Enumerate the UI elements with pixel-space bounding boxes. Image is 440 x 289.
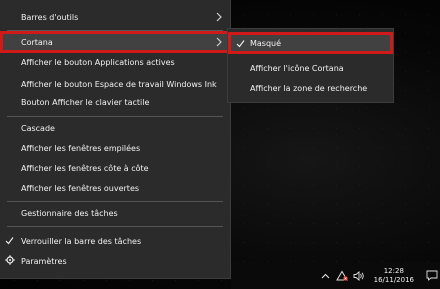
clock-date: 16/11/2016 — [373, 275, 414, 284]
cortana-submenu: Masqué Afficher l'icône Cortana Afficher… — [227, 28, 394, 103]
menu-item-label: Afficher les fenêtres côte à côte — [21, 163, 149, 173]
menu-item-label: Cortana — [21, 37, 53, 47]
chevron-up-icon[interactable] — [319, 269, 332, 282]
gear-icon — [5, 255, 15, 265]
menu-item-task-manager[interactable]: Gestionnaire des tâches — [0, 202, 230, 224]
menu-separator — [7, 226, 223, 227]
menu-item-label: Verrouiller la barre des tâches — [21, 236, 142, 246]
network-icon[interactable] — [336, 269, 349, 282]
menu-item-label: Barres d'outils — [21, 12, 79, 22]
menu-item-label: Cascade — [21, 123, 55, 133]
taskbar-context-menu: Barres d'outils Cortana Afficher le bout… — [0, 0, 231, 279]
menu-item-label: Afficher les fenêtres ouvertes — [21, 183, 140, 193]
menu-item-cortana[interactable]: Cortana — [0, 31, 230, 53]
menu-item-touch-keyboard-button[interactable]: Bouton Afficher le clavier tactile — [0, 91, 230, 113]
menu-item-show-desktop[interactable]: Afficher les fenêtres ouvertes — [0, 177, 230, 199]
clock-time: 12:28 — [383, 266, 404, 275]
menu-item-label: Afficher le bouton Espace de travail Win… — [21, 79, 217, 89]
submenu-item-show-cortana-icon[interactable]: Afficher l'icône Cortana — [228, 57, 393, 79]
clock[interactable]: 12:28 16/11/2016 — [374, 267, 414, 285]
menu-item-cascade[interactable]: Cascade — [0, 117, 230, 139]
menu-item-lock-taskbar[interactable]: Verrouiller la barre des tâches — [0, 230, 230, 252]
system-tray: 12:28 16/11/2016 — [317, 262, 440, 289]
menu-item-label: Afficher les fenêtres empilées — [21, 143, 141, 153]
menu-item-label: Paramètres — [21, 256, 67, 266]
submenu-item-label: Afficher l'icône Cortana — [250, 63, 344, 73]
checkmark-icon — [236, 40, 245, 48]
menu-item-label: Afficher le bouton Applications actives — [21, 57, 175, 67]
submenu-item-label: Afficher la zone de recherche — [250, 83, 368, 93]
menu-item-stacked-windows[interactable]: Afficher les fenêtres empilées — [0, 137, 230, 159]
menu-item-side-by-side-windows[interactable]: Afficher les fenêtres côte à côte — [0, 157, 230, 179]
menu-item-show-task-view-button[interactable]: Afficher le bouton Applications actives — [0, 51, 230, 73]
taskbar: 12:28 16/11/2016 — [231, 262, 440, 289]
chevron-right-icon — [216, 12, 222, 22]
checkmark-icon — [5, 237, 14, 245]
submenu-item-show-search-box[interactable]: Afficher la zone de recherche — [228, 77, 393, 99]
menu-item-label: Gestionnaire des tâches — [21, 208, 118, 218]
volume-icon[interactable] — [353, 269, 366, 282]
menu-item-toolbars[interactable]: Barres d'outils — [0, 6, 230, 28]
menu-item-settings[interactable]: Paramètres — [0, 250, 230, 272]
submenu-item-hidden[interactable]: Masqué — [228, 32, 393, 54]
chevron-right-icon — [216, 37, 222, 47]
submenu-item-label: Masqué — [250, 38, 282, 48]
menu-item-label: Bouton Afficher le clavier tactile — [21, 97, 150, 107]
notification-icon[interactable] — [424, 262, 440, 289]
